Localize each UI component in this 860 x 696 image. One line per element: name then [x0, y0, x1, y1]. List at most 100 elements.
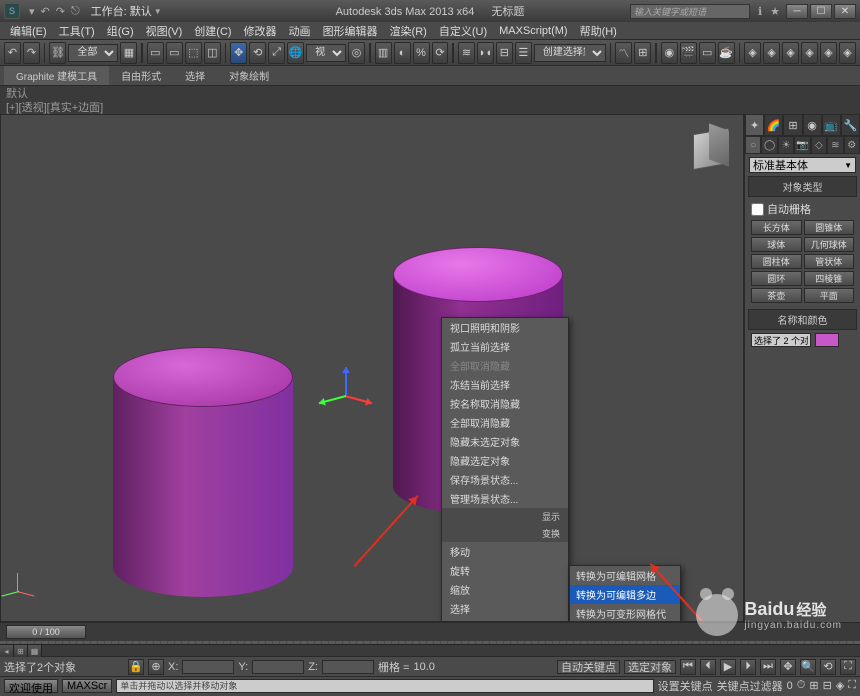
menu-rendering[interactable]: 渲染(R)	[384, 23, 433, 39]
rollout-namecolor[interactable]: 名称和颜色	[748, 309, 857, 330]
ribbon-tab-selection[interactable]: 选择	[173, 66, 217, 85]
extra4-button[interactable]: ◈	[801, 42, 818, 64]
btn-pyramid[interactable]: 四棱锥	[804, 271, 855, 286]
btn-cone[interactable]: 圆锥体	[804, 220, 855, 235]
sub-lights[interactable]: ☀	[778, 136, 794, 154]
link-icon[interactable]: ⎋	[71, 5, 80, 18]
menu-tools[interactable]: 工具(T)	[53, 23, 101, 39]
btn-torus[interactable]: 圆环	[751, 271, 802, 286]
redo-icon[interactable]: ↷	[56, 5, 65, 18]
ctx-rotate[interactable]: 旋转	[442, 561, 568, 580]
extra6-button[interactable]: ◈	[839, 42, 856, 64]
coord-y[interactable]	[252, 660, 304, 674]
star-icon[interactable]: ★	[770, 5, 780, 18]
tab-display[interactable]: 📺	[822, 114, 841, 136]
refsys-button[interactable]: 🌐	[287, 42, 304, 64]
sub-editmesh[interactable]: 转换为可编辑网格	[570, 566, 680, 585]
render-setup-button[interactable]: 🎬	[680, 42, 697, 64]
redo-button[interactable]: ↷	[23, 42, 40, 64]
sub-spacewarps[interactable]: ≋	[827, 136, 843, 154]
extra2-button[interactable]: ◈	[763, 42, 780, 64]
ctx-freeze[interactable]: 冻结当前选择	[442, 375, 568, 394]
autokey-button[interactable]: 自动关键点	[557, 660, 620, 674]
ctx-save-scene-state[interactable]: 保存场景状态...	[442, 470, 568, 489]
sub-systems[interactable]: ⚙	[844, 136, 860, 154]
menu-maxscript[interactable]: MAXScript(M)	[493, 25, 573, 37]
undo-icon[interactable]: ↶	[41, 5, 50, 18]
current-frame[interactable]: 0	[787, 680, 793, 692]
ctx-isolate[interactable]: 孤立当前选择	[442, 337, 568, 356]
mirror-button[interactable]: ◗◖	[477, 42, 494, 64]
menu-group[interactable]: 组(G)	[101, 23, 140, 39]
rotate-button[interactable]: ⟲	[249, 42, 266, 64]
trackbar[interactable]: ◂ ⊞ ▦	[0, 644, 860, 656]
ribbon-tab-graphite[interactable]: Graphite 建模工具	[4, 66, 109, 85]
nav1-icon[interactable]: ⊞	[809, 679, 818, 692]
select-button[interactable]: ▦	[120, 42, 137, 64]
btn-sphere[interactable]: 球体	[751, 237, 802, 252]
nav-zoom-icon[interactable]: 🔍	[800, 659, 816, 675]
btn-teapot[interactable]: 茶壶	[751, 288, 802, 303]
window-crossing-button[interactable]: ◫	[204, 42, 221, 64]
percent-snap-button[interactable]: %	[413, 42, 430, 64]
maximize-button[interactable]: ☐	[810, 4, 832, 19]
help-icon[interactable]: ℹ	[758, 5, 762, 18]
nav4-icon[interactable]: ⛶	[848, 679, 856, 692]
undo-button[interactable]: ↶	[4, 42, 21, 64]
menu-customize[interactable]: 自定义(U)	[433, 23, 493, 39]
geometry-type-dropdown[interactable]: 标准基本体	[749, 157, 856, 173]
btn-tube[interactable]: 管状体	[804, 254, 855, 269]
nav3-icon[interactable]: ◈	[836, 679, 844, 692]
link-button[interactable]: ⛓	[49, 42, 66, 64]
object-name-input[interactable]	[751, 333, 811, 347]
angle-snap-button[interactable]: ◐	[394, 42, 411, 64]
trackbar-btn1[interactable]: ◂	[0, 645, 14, 657]
move-button[interactable]: ✥	[230, 42, 247, 64]
align-button[interactable]: ⊟	[496, 42, 513, 64]
time-config-icon[interactable]: ⏱	[797, 679, 806, 692]
minimize-button[interactable]: ─	[786, 4, 808, 19]
rect-select-button[interactable]: ⬚	[185, 42, 202, 64]
nav2-icon[interactable]: ⊟	[823, 679, 832, 692]
tab-motion[interactable]: ◉	[803, 114, 822, 136]
selection-lock-icon[interactable]: ⊕	[148, 659, 164, 675]
ctx-select[interactable]: 选择	[442, 599, 568, 618]
material-button[interactable]: ◉	[661, 42, 678, 64]
extra1-button[interactable]: ◈	[744, 42, 761, 64]
qat-icon[interactable]: ▾	[29, 5, 35, 18]
setkey-button[interactable]: 设置关键点	[658, 678, 713, 694]
curve-editor-button[interactable]: 〽	[615, 42, 632, 64]
layer-button[interactable]: ☰	[515, 42, 532, 64]
sub-editpoly[interactable]: 转换为可编辑多边	[570, 585, 680, 604]
ribbon-tab-objectpaint[interactable]: 对象绘制	[217, 66, 281, 85]
btn-geosphere[interactable]: 几何球体	[804, 237, 855, 252]
selobj-button[interactable]: 选定对象	[624, 660, 676, 674]
ctx-hide-selected[interactable]: 隐藏选定对象	[442, 451, 568, 470]
menu-animation[interactable]: 动画	[283, 23, 317, 39]
trackbar-btn3[interactable]: ▦	[28, 645, 42, 657]
close-button[interactable]: ✕	[834, 4, 856, 19]
nav-max-icon[interactable]: ⛶	[840, 659, 856, 675]
trackbar-btn2[interactable]: ⊞	[14, 645, 28, 657]
btn-box[interactable]: 长方体	[751, 220, 802, 235]
render-frame-button[interactable]: ▭	[699, 42, 716, 64]
sub-helpers[interactable]: ◇	[811, 136, 827, 154]
extra3-button[interactable]: ◈	[782, 42, 799, 64]
spinner-snap-button[interactable]: ⟳	[432, 42, 449, 64]
tab-hierarchy[interactable]: ⊞	[783, 114, 802, 136]
tab-create[interactable]: ✦	[745, 114, 764, 136]
viewcube[interactable]	[691, 127, 731, 167]
maxscript-button[interactable]: MAXScr	[62, 679, 112, 693]
ribbon-tab-freeform[interactable]: 自由形式	[109, 66, 173, 85]
selection-filter[interactable]: 全部	[68, 44, 118, 62]
transform-gizmo[interactable]	[333, 387, 373, 427]
nav-orbit-icon[interactable]: ⟲	[820, 659, 836, 675]
coord-x[interactable]	[182, 660, 234, 674]
lock-icon[interactable]: 🔒	[128, 659, 144, 675]
autogrid-checkbox[interactable]	[751, 203, 764, 216]
ctx-move[interactable]: 移动	[442, 542, 568, 561]
play-prev-icon[interactable]: ⏴	[700, 659, 716, 675]
btn-plane[interactable]: 平面	[804, 288, 855, 303]
viewport[interactable]: 视口照明和阴影 孤立当前选择 全部取消隐藏 冻结当前选择 按名称取消隐藏 全部取…	[0, 114, 744, 622]
ctx-hide-unselected[interactable]: 隐藏未选定对象	[442, 432, 568, 451]
